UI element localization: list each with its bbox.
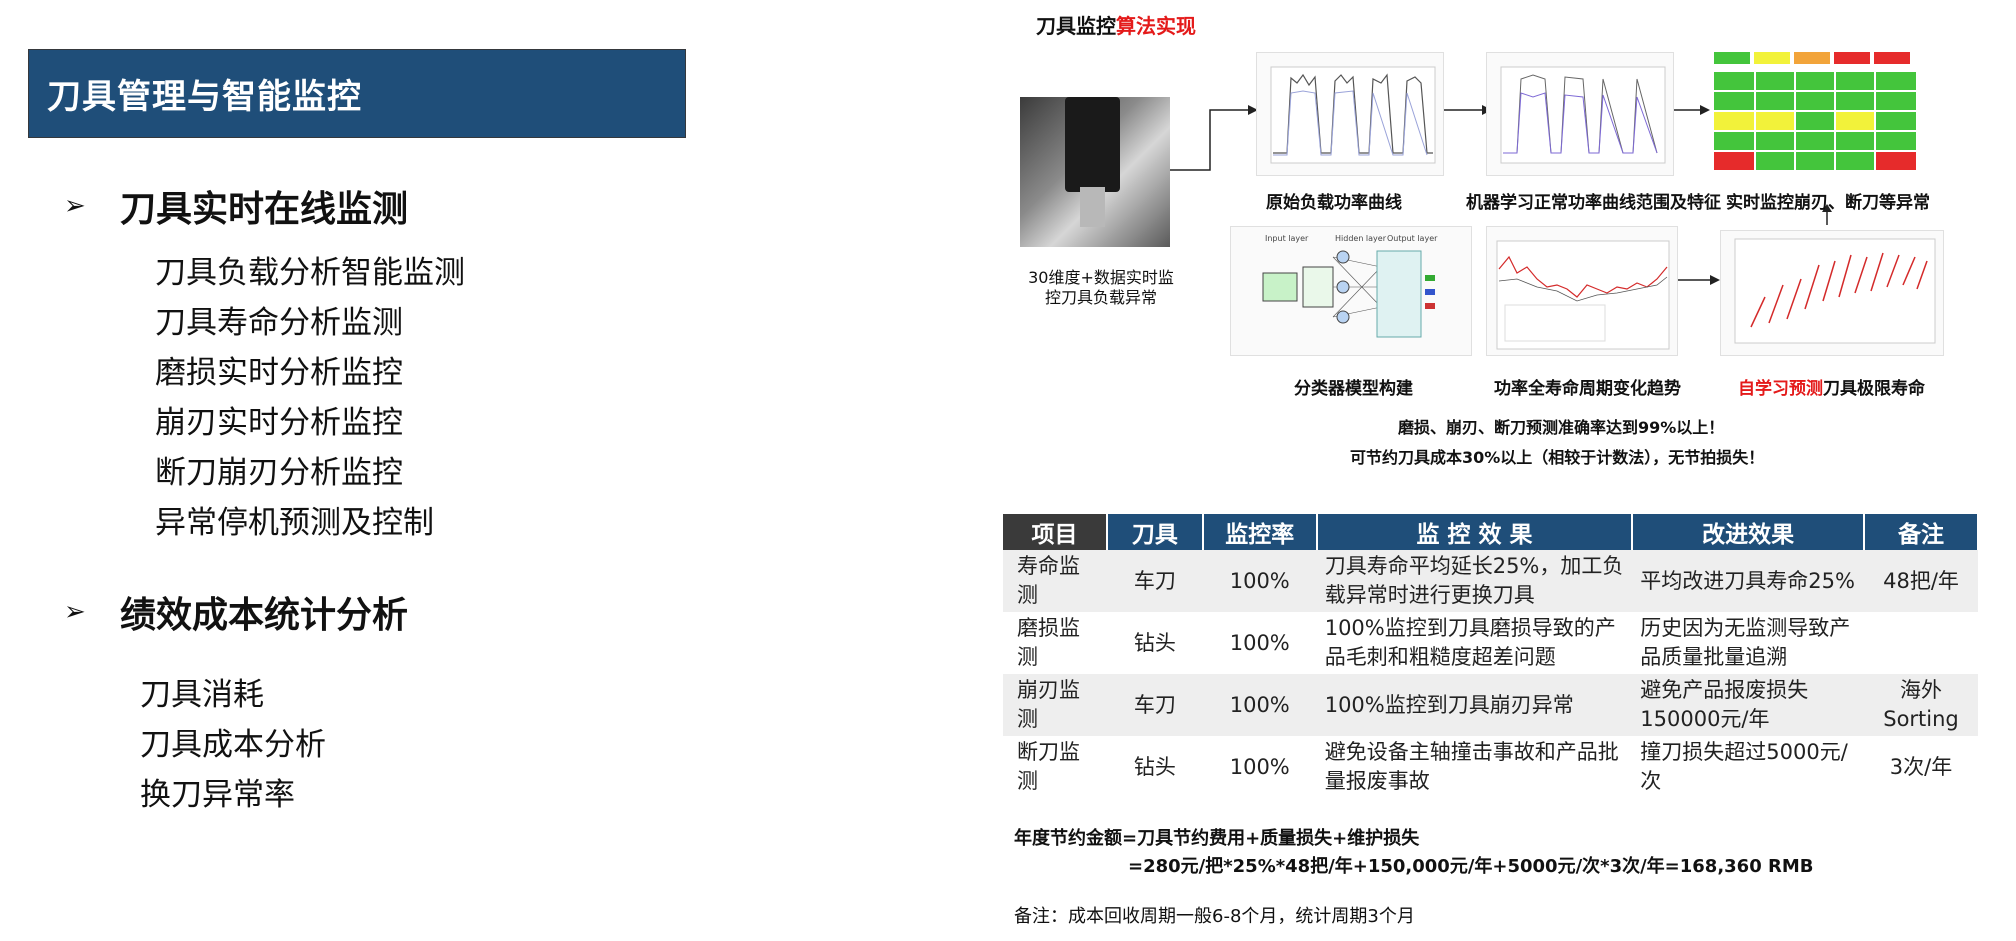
raw-power-curve-chart: [1256, 52, 1444, 176]
monitoring-list: 刀具负载分析智能监测 刀具寿命分析监测 磨损实时分析监控 崩刃实时分析监控 断刀…: [155, 248, 465, 548]
table-cell: 100%: [1202, 736, 1317, 798]
monitoring-results-table: 项目 刀具 监控率 监 控 效 果 改进效果 备注 寿命监测 车刀 100% 刀…: [1003, 514, 1979, 798]
table-cell: 海外Sorting: [1864, 674, 1978, 736]
savings-formula-line2: =280元/把*25%*48把/年+150,000元/年+5000元/次*3次/…: [1128, 856, 1814, 877]
bullet-heading: 刀具实时在线监测: [120, 189, 409, 230]
list-item: 刀具消耗: [140, 677, 264, 713]
list-item: 刀具寿命分析监测: [155, 305, 403, 341]
column-header: 改进效果: [1632, 514, 1865, 550]
table-cell: 避免设备主轴撞击事故和产品批量报废事故: [1316, 736, 1633, 798]
table-cell: 寿命监测: [1003, 550, 1107, 612]
table-cell: 车刀: [1106, 550, 1203, 612]
table-cell: 车刀: [1106, 674, 1203, 736]
figure-title: 刀具监控算法实现: [1036, 10, 1196, 39]
table-header-row: 项目 刀具 监控率 监 控 效 果 改进效果 备注: [1003, 514, 1979, 550]
table-cell: 48把/年: [1864, 550, 1978, 612]
caption-tool-life-highlight: 自学习预测: [1738, 379, 1823, 399]
table-row: 寿命监测 车刀 100% 刀具寿命平均延长25%，加工负载异常时进行更换刀具 平…: [1003, 550, 1978, 612]
lifecycle-trend-chart: [1486, 226, 1678, 356]
cost-list: 刀具消耗 刀具成本分析 换刀异常率: [140, 670, 326, 820]
list-item: 异常停机预测及控制: [155, 505, 434, 541]
table-cell: 100%: [1202, 674, 1317, 736]
list-item: 磨损实时分析监控: [155, 355, 403, 391]
column-header: 项目: [1003, 514, 1108, 550]
list-item: 崩刃实时分析监控: [155, 405, 403, 441]
machine-caption-line: 30维度+数据实时监: [1028, 268, 1174, 287]
table-row: 崩刃监测 车刀 100% 100%监控到刀具崩刃异常 避免产品报废损失15000…: [1003, 674, 1978, 736]
table-cell: 断刀监测: [1003, 736, 1107, 798]
list-item: 断刀崩刃分析监控: [155, 455, 403, 491]
table-cell: 历史因为无监测导致产品质量批量追溯: [1632, 612, 1864, 674]
column-header: 监控率: [1202, 514, 1318, 550]
table-row: 断刀监测 钻头 100% 避免设备主轴撞击事故和产品批量报废事故 撞刀损失超过5…: [1003, 736, 1978, 798]
figure-title-text: 刀具监控: [1036, 14, 1116, 38]
table-row: 磨损监测 钻头 100% 100%监控到刀具磨损导致的产品毛刺和粗糙度超差问题 …: [1003, 612, 1978, 674]
table-cell: 避免产品报废损失150000元/年: [1632, 674, 1864, 736]
table-cell: 100%: [1202, 612, 1317, 674]
table-cell: 100%监控到刀具崩刃异常: [1316, 674, 1633, 736]
bullet-heading: 绩效成本统计分析: [120, 595, 409, 636]
arrow-bullet-icon: ➢: [64, 597, 86, 627]
caption-raw-curve: 原始负载功率曲线: [1266, 193, 1402, 213]
nn-input-label: Input layer: [1265, 234, 1309, 243]
bullet-realtime-monitoring: ➢ 刀具实时在线监测: [64, 180, 408, 232]
table-cell: 钻头: [1106, 736, 1203, 798]
savings-formula-line1: 年度节约金额=刀具节约费用+质量损失+维护损失: [1014, 828, 1420, 849]
caption-tool-life: 自学习预测刀具极限寿命: [1738, 374, 1925, 399]
table-cell: 平均改进刀具寿命25%: [1632, 550, 1864, 612]
machine-caption-line: 控刀具负载异常: [1044, 288, 1157, 307]
summary-cost: 可节约刀具成本30%以上（相较于计数法），无节拍损失！: [1350, 448, 1765, 467]
arrow-bullet-icon: ➢: [64, 191, 86, 221]
list-item: 换刀异常率: [140, 777, 295, 813]
table-cell: 100%监控到刀具磨损导致的产品毛刺和粗糙度超差问题: [1316, 612, 1633, 674]
classifier-network-diagram: Input layer Hidden layer Output layer: [1230, 226, 1472, 356]
tool-life-prediction-chart: [1720, 230, 1944, 356]
list-item: 刀具成本分析: [140, 727, 326, 763]
table-cell: 3次/年: [1864, 736, 1978, 798]
table-cell: 磨损监测: [1003, 612, 1107, 674]
nn-output-label: Output layer: [1387, 234, 1438, 243]
nn-hidden-label: Hidden layer: [1335, 234, 1387, 243]
caption-alert-grid: 实时监控崩刃、断刀等异常: [1726, 193, 1930, 213]
table-cell: 撞刀损失超过5000元/次: [1632, 736, 1864, 798]
payback-remark: 备注：成本回收周期一般6-8个月，统计周期3个月: [1014, 906, 1415, 927]
bullet-cost-analysis: ➢ 绩效成本统计分析: [64, 586, 408, 638]
summary-accuracy: 磨损、崩刃、断刀预测准确率达到99%以上！: [1398, 418, 1725, 437]
caption-ml-curve: 机器学习正常功率曲线范围及特征: [1466, 193, 1721, 213]
caption-trend: 功率全寿命周期变化趋势: [1494, 379, 1681, 399]
section-title: 刀具管理与智能监控: [47, 77, 362, 117]
machine-tool-photo: [1020, 97, 1170, 247]
column-header: 备注: [1864, 514, 1979, 550]
ml-power-curve-chart: [1486, 52, 1674, 176]
table-cell: 刀具寿命平均延长25%，加工负载异常时进行更换刀具: [1316, 550, 1633, 612]
column-header: 监 控 效 果: [1316, 514, 1634, 550]
table-cell: 崩刃监测: [1003, 674, 1107, 736]
table-cell: 100%: [1202, 550, 1317, 612]
machine-caption: 30维度+数据实时监 控刀具负载异常: [1016, 268, 1186, 308]
caption-tool-life-text: 刀具极限寿命: [1823, 379, 1925, 399]
list-item: 刀具负载分析智能监测: [155, 255, 465, 291]
table-cell: 钻头: [1106, 612, 1203, 674]
column-header: 刀具: [1106, 514, 1204, 550]
table-cell: [1864, 612, 1978, 674]
figure-title-highlight: 算法实现: [1116, 14, 1196, 38]
alert-status-grid: [1714, 50, 1920, 174]
caption-classifier: 分类器模型构建: [1294, 379, 1413, 399]
section-title-bar: 刀具管理与智能监控: [28, 49, 686, 138]
